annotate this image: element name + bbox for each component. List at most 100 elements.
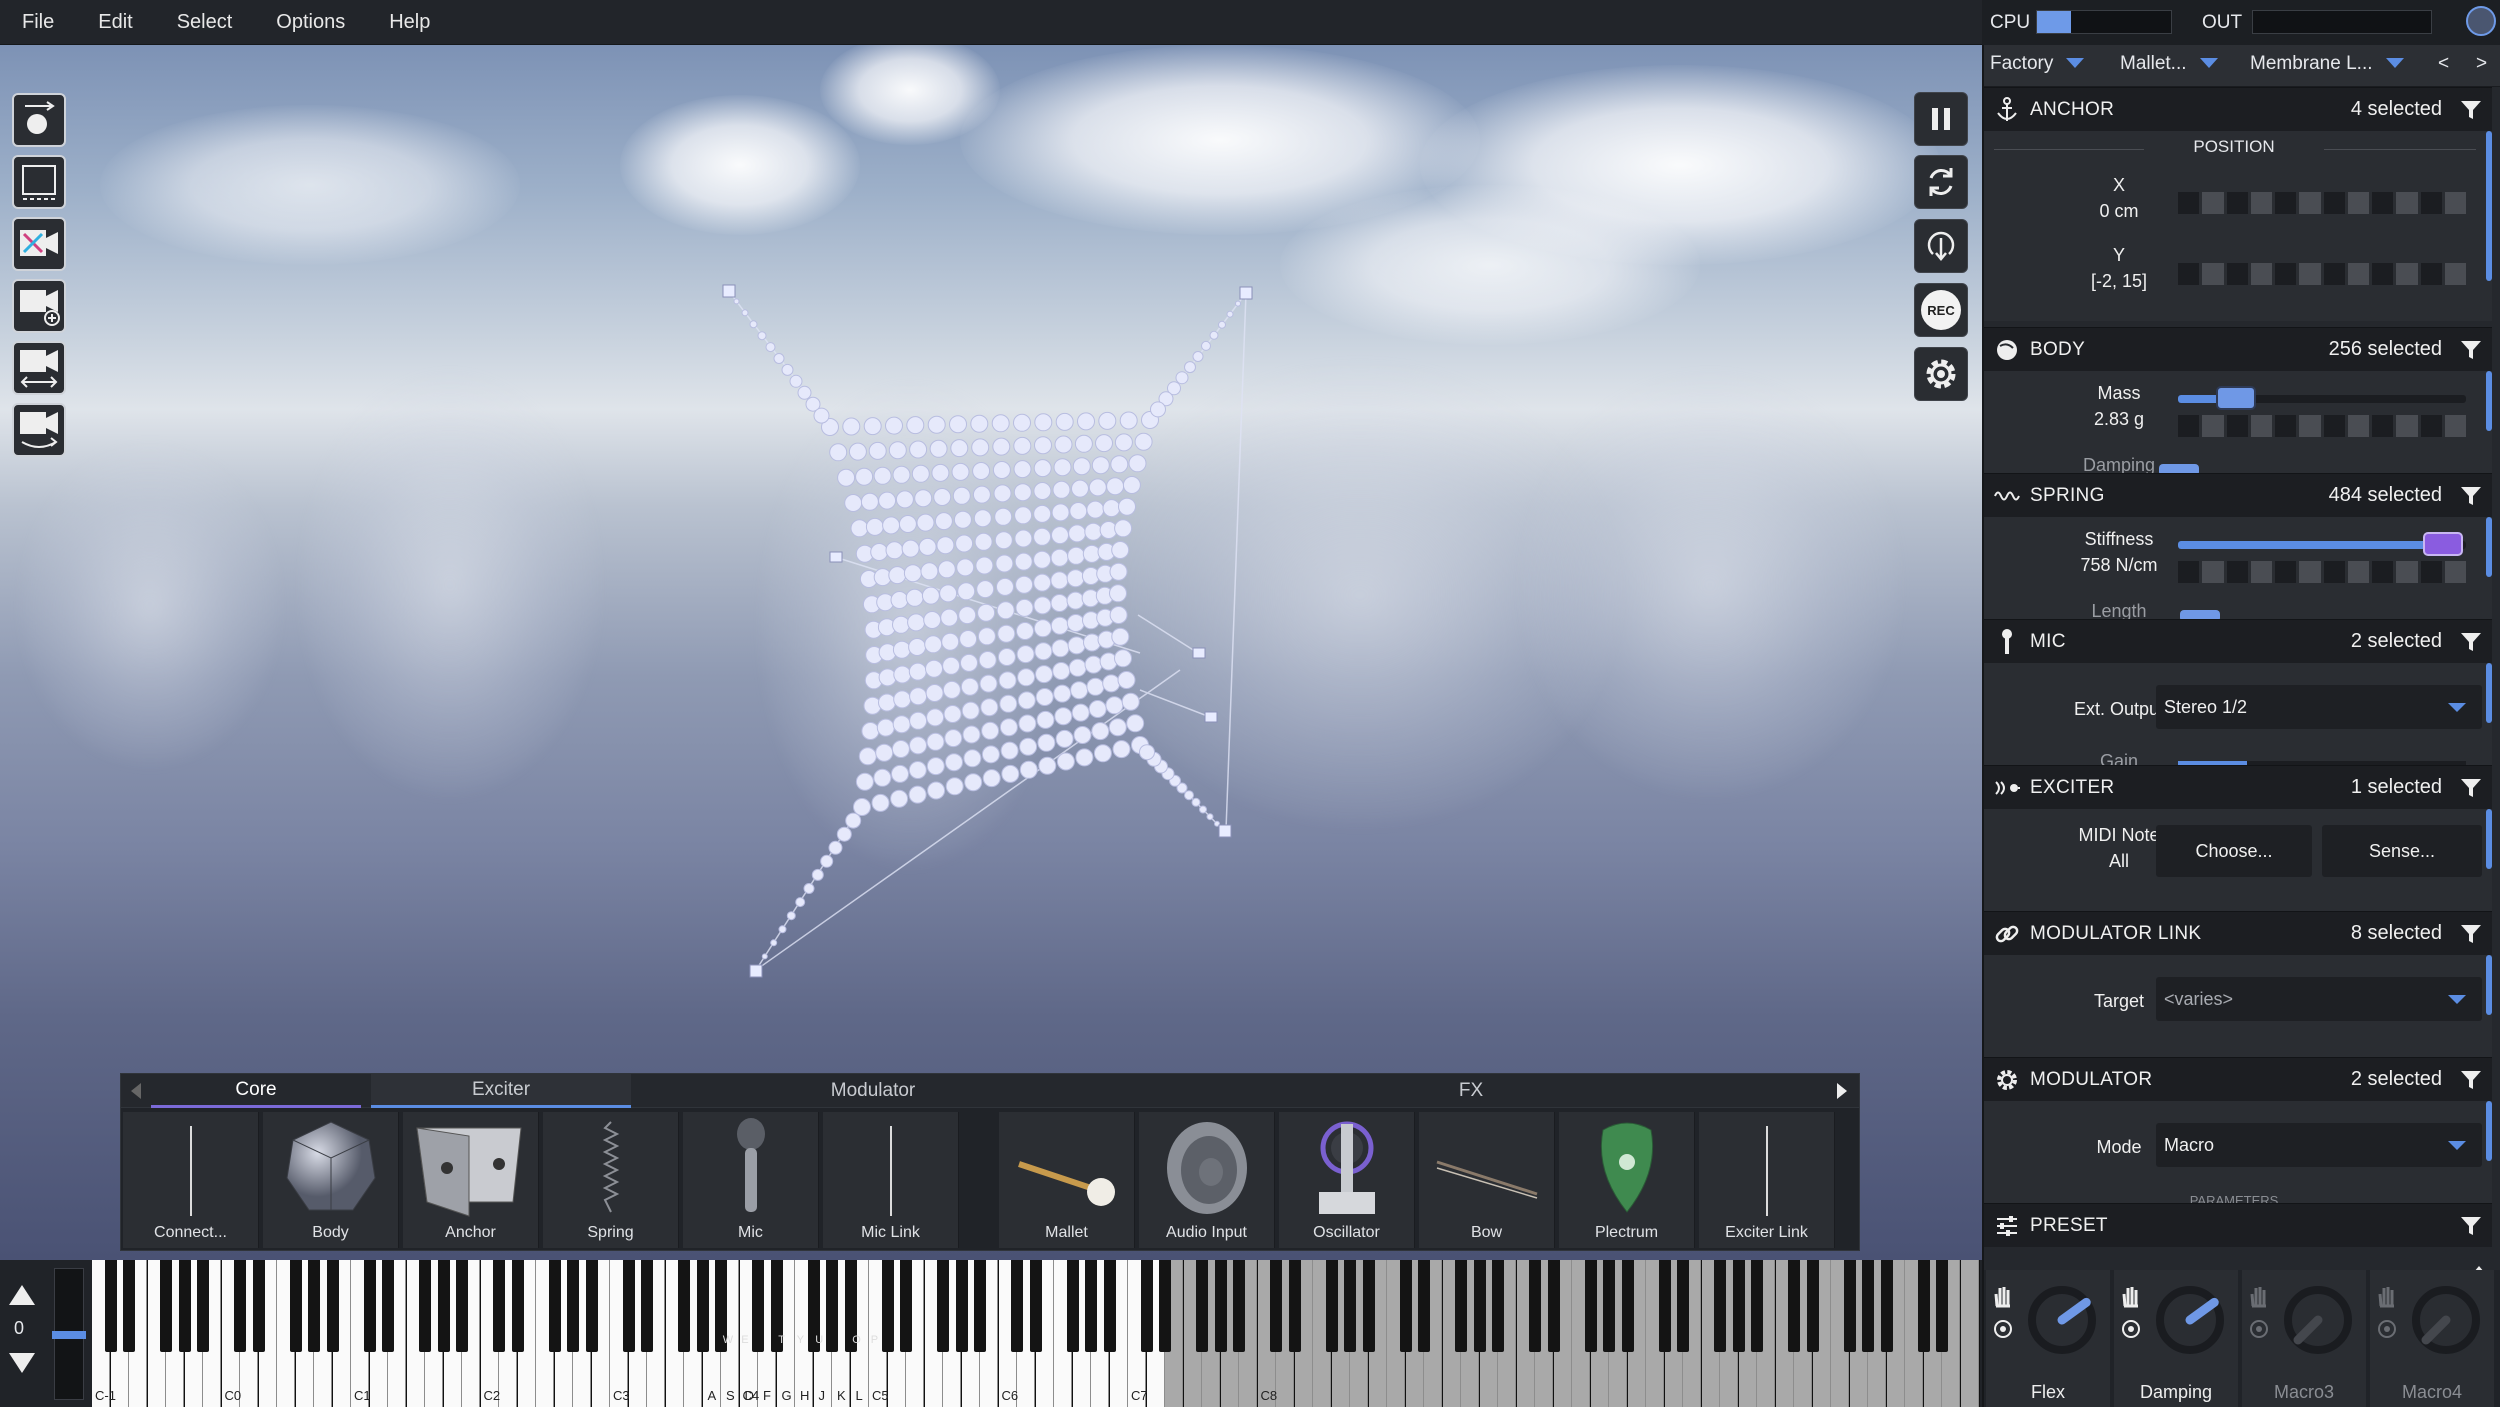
black-key[interactable] <box>123 1260 135 1352</box>
black-key[interactable] <box>641 1260 653 1352</box>
mass-node[interactable] <box>765 342 776 353</box>
mass-node[interactable] <box>972 462 991 480</box>
black-key[interactable] <box>326 1260 339 1352</box>
x-modulation-strip[interactable] <box>2178 192 2466 214</box>
mass-node[interactable] <box>860 492 879 511</box>
mass-node[interactable] <box>878 668 897 687</box>
mass-node[interactable] <box>914 489 933 508</box>
mass-node[interactable] <box>1139 744 1155 761</box>
black-key[interactable] <box>178 1260 191 1352</box>
octave-down-icon[interactable] <box>8 1352 36 1374</box>
section-scrollbar[interactable] <box>2486 955 2492 1015</box>
black-key[interactable] <box>1677 1260 1689 1352</box>
tab-core[interactable]: Core <box>151 1074 361 1108</box>
mass-node[interactable] <box>829 443 848 462</box>
black-key[interactable] <box>252 1260 265 1352</box>
mass-node[interactable] <box>972 485 991 504</box>
mass-node[interactable] <box>934 512 953 531</box>
mass-node[interactable] <box>1033 550 1052 569</box>
mass-node[interactable] <box>1051 503 1070 522</box>
menu-select[interactable]: Select <box>177 11 233 34</box>
mass-node[interactable] <box>845 812 862 829</box>
mass-node[interactable] <box>925 684 944 702</box>
sense-button[interactable]: Sense... <box>2322 825 2482 877</box>
mass-node[interactable] <box>1106 477 1125 496</box>
mass-node[interactable] <box>1109 584 1127 603</box>
black-key[interactable] <box>1492 1260 1504 1352</box>
mass-node[interactable] <box>1050 571 1069 590</box>
mass-node[interactable] <box>858 747 877 766</box>
mass-node[interactable] <box>909 687 928 706</box>
mass-node[interactable] <box>878 491 897 510</box>
mass-node[interactable] <box>1033 482 1052 500</box>
mass-node[interactable] <box>908 761 927 779</box>
mass-node[interactable] <box>971 438 990 457</box>
mass-node[interactable] <box>962 725 981 744</box>
hand-icon[interactable] <box>2120 1284 2142 1308</box>
mass-slider[interactable] <box>2178 386 2466 410</box>
mass-node[interactable] <box>976 580 995 599</box>
mass-node[interactable] <box>1055 412 1074 431</box>
mass-node[interactable] <box>1014 506 1033 525</box>
mass-node[interactable] <box>949 415 967 434</box>
mass-node[interactable] <box>1052 480 1071 499</box>
mass-node[interactable] <box>975 556 994 575</box>
mass-node[interactable] <box>1191 797 1201 807</box>
black-key[interactable] <box>881 1260 894 1352</box>
mass-node[interactable] <box>865 517 884 536</box>
mass-node[interactable] <box>999 694 1018 713</box>
mass-node[interactable] <box>842 417 861 436</box>
mass-node[interactable] <box>937 560 956 579</box>
mass-node[interactable] <box>1050 594 1069 612</box>
mass-node[interactable] <box>1086 677 1105 696</box>
mass-node[interactable] <box>1017 668 1036 687</box>
pitch-wheel-thumb[interactable] <box>52 1331 86 1339</box>
target-dropdown[interactable]: <varies> <box>2156 977 2482 1021</box>
mass-node[interactable] <box>853 798 871 816</box>
mass-node[interactable] <box>1000 741 1019 760</box>
palette-item-spring[interactable]: Spring <box>543 1112 679 1248</box>
mass-node[interactable] <box>959 630 978 648</box>
filter-icon[interactable] <box>2460 777 2482 799</box>
mode-dropdown[interactable]: Macro <box>2156 1123 2482 1167</box>
mass-node[interactable] <box>944 729 963 748</box>
palette-item-plectrum[interactable]: Plectrum <box>1559 1112 1695 1248</box>
mass-node[interactable] <box>797 385 812 400</box>
mass-node[interactable] <box>931 463 950 482</box>
mass-node[interactable] <box>733 298 740 305</box>
mass-node[interactable] <box>952 486 971 505</box>
mass-node[interactable] <box>1056 752 1075 771</box>
mass-node[interactable] <box>1053 458 1072 477</box>
section-exciter[interactable]: EXCITER 1 selected <box>1984 765 2492 809</box>
mass-node[interactable] <box>1175 371 1189 385</box>
mass-node[interactable] <box>995 554 1014 573</box>
mass-node[interactable] <box>868 441 887 460</box>
section-preset[interactable]: PRESET <box>1984 1203 2492 1247</box>
mass-node[interactable] <box>950 439 969 458</box>
target-icon[interactable] <box>1992 1318 2014 1340</box>
mass-node[interactable] <box>909 736 927 755</box>
mass-node[interactable] <box>1050 548 1069 567</box>
ext-output-dropdown[interactable]: Stereo 1/2 <box>2156 685 2482 729</box>
mass-node[interactable] <box>991 414 1010 433</box>
mass-node[interactable] <box>1235 300 1241 307</box>
mass-node[interactable] <box>1150 401 1166 418</box>
black-key[interactable] <box>1196 1260 1208 1352</box>
mass-node[interactable] <box>1093 744 1112 763</box>
mass-node[interactable] <box>926 757 945 776</box>
palette-scroll-right[interactable] <box>1827 1074 1857 1108</box>
mass-node[interactable] <box>803 883 815 894</box>
mass-node[interactable] <box>1035 688 1054 706</box>
black-key[interactable] <box>937 1260 949 1352</box>
black-key[interactable] <box>363 1260 376 1352</box>
mass-node[interactable] <box>992 437 1011 456</box>
mass-node[interactable] <box>1110 455 1129 474</box>
mass-node[interactable] <box>873 466 892 485</box>
mass-node[interactable] <box>844 494 863 512</box>
filter-icon[interactable] <box>2460 485 2482 507</box>
mass-node[interactable] <box>942 680 961 699</box>
mass-node[interactable] <box>1033 573 1052 592</box>
mass-node[interactable] <box>974 532 993 551</box>
mass-node[interactable] <box>1086 500 1105 519</box>
mass-node[interactable] <box>1119 411 1138 430</box>
